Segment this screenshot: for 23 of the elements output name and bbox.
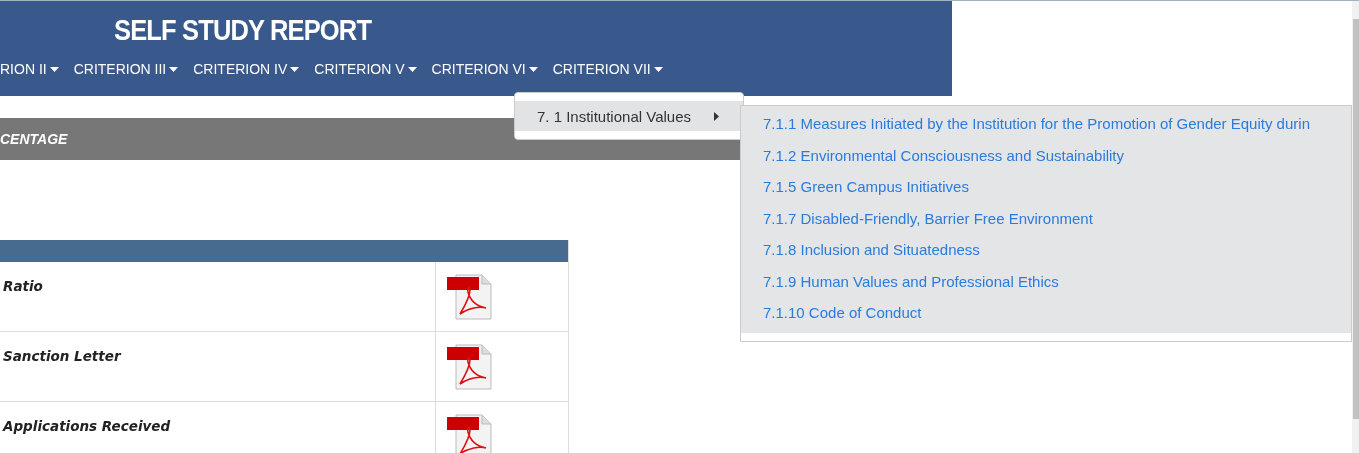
nav-menu-item[interactable]: CRITERION IV [193,61,300,77]
pdf-icon[interactable] [446,274,492,320]
caret-icon [407,66,417,72]
caret-icon [290,66,300,72]
menu-item[interactable]: 7. 1 Institutional Values [515,101,743,131]
table-cell: Applications Received [3,418,171,434]
caret-icon [49,66,59,72]
nav-menu-item[interactable]: CRITERION III [73,61,179,77]
table-cell: Sanction Letter [3,348,121,364]
caret-icon [653,66,663,72]
scrollbar[interactable] [1352,1,1359,453]
pdf-icon[interactable] [446,344,492,390]
caret-icon [528,66,538,72]
section-title: CENTAGE [0,131,68,147]
nav-menu-item[interactable]: CRITERION VI [431,61,538,77]
pdf-icon[interactable] [446,414,492,453]
table-cell: Ratio [3,278,43,294]
page-title: SELF STUDY REPORT [114,13,373,47]
nav-menu-item[interactable]: CRITERION VII [552,61,663,77]
nav-menu-item[interactable]: RION II [0,61,59,77]
nav-menu-item[interactable]: CRITERION V [314,61,417,77]
caret-icon [714,111,719,121]
caret-icon [169,66,179,72]
